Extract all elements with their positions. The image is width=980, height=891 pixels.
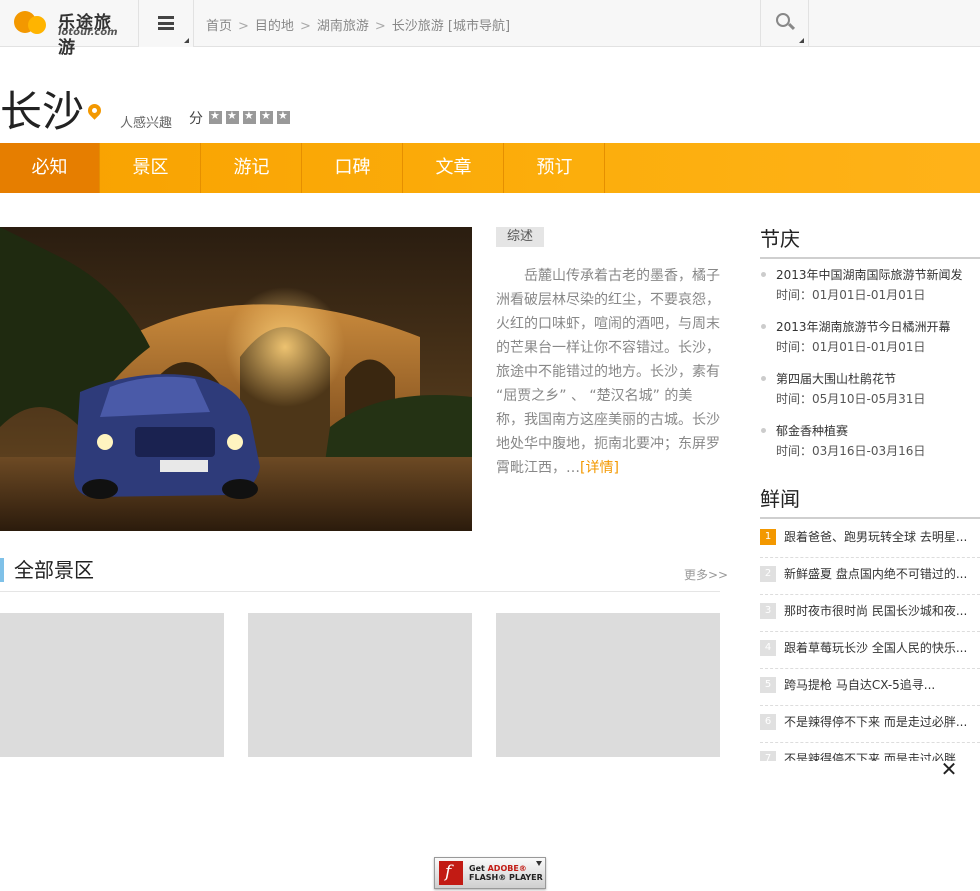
list-item[interactable]: 6 不是辣得停不下来 而是走过必胖... — [760, 706, 980, 743]
breadcrumb-home[interactable]: 首页 — [206, 15, 232, 34]
download-arrow-icon — [536, 861, 542, 867]
rating-stars — [209, 109, 294, 130]
breadcrumb-province[interactable]: 湖南旅游 — [317, 15, 369, 34]
scenic-more-link[interactable]: 更多>> — [684, 566, 728, 583]
rank-badge: 1 — [760, 529, 776, 545]
festival-item[interactable]: 2013年湖南旅游节今日橘洲开幕 时间：01月01日-01月01日 — [760, 318, 980, 355]
search-icon-handle — [787, 22, 796, 31]
nav-tab-articles[interactable]: 文章 — [404, 143, 504, 193]
scenic-thumbnail[interactable] — [0, 613, 224, 757]
news-list: 1 跟着爸爸、跑男玩转全球 去明星... 2 新鲜盛夏 盘点国内绝不可错过的... … — [760, 521, 980, 761]
divider — [760, 517, 980, 519]
flash-get: Get — [469, 864, 488, 873]
news-title: 鲜闻 — [760, 487, 800, 511]
search-button[interactable] — [760, 0, 809, 47]
nav-tab-travelogue[interactable]: 游记 — [202, 143, 302, 193]
festival-name[interactable]: 郁金香种植赛 — [760, 422, 980, 440]
rank-badge: 2 — [760, 566, 776, 582]
festival-name[interactable]: 2013年湖南旅游节今日橘洲开幕 — [760, 318, 980, 336]
dropdown-corner-icon — [799, 38, 804, 43]
rank-badge: 7 — [760, 751, 776, 761]
site-logo[interactable]: 乐途旅游 lotour.com — [12, 7, 127, 58]
scenic-thumbnail[interactable] — [248, 613, 472, 757]
festival-name[interactable]: 2013年中国湖南国际旅游节新闻发 — [760, 266, 980, 284]
news-headline[interactable]: 跟着爸爸、跑男玩转全球 去明星... — [784, 528, 980, 546]
scenic-thumbnail[interactable] — [496, 613, 720, 757]
logo-domain: lotour.com — [58, 27, 118, 38]
main-nav: 必知 景区 游记 口碑 文章 预订 — [0, 143, 980, 193]
flash-brand: ADOBE® — [487, 864, 527, 873]
logo-mark-icon-2 — [28, 16, 46, 34]
list-item[interactable]: 2 新鲜盛夏 盘点国内绝不可错过的... — [760, 558, 980, 595]
flash-product: FLASH® PLAYER — [469, 873, 543, 882]
news-headline[interactable]: 不是辣得停不下来 而是走过必胖... — [784, 713, 980, 731]
overview-text: 岳麓山传承着古老的墨香，橘子洲看破层林尽染的红尘，不要哀怨，火红的口味虾，喧闹的… — [496, 264, 720, 480]
chevron-right-icon: > — [374, 19, 386, 34]
star-icon — [260, 109, 273, 124]
festival-item[interactable]: 第四届大围山杜鹃花节 时间：05月10日-05月31日 — [760, 370, 980, 407]
close-icon[interactable]: ✕ — [940, 759, 958, 779]
overview-body: 岳麓山传承着古老的墨香，橘子洲看破层林尽染的红尘，不要哀怨，火红的口味虾，喧闹的… — [496, 268, 720, 476]
news-headline[interactable]: 跨马提枪 马自达CX-5追寻... — [784, 676, 980, 694]
details-link[interactable]: [详情] — [580, 460, 619, 476]
festival-item[interactable]: 郁金香种植赛 时间：03月16日-03月16日 — [760, 422, 980, 459]
star-icon — [209, 109, 222, 124]
city-photo[interactable] — [0, 227, 472, 531]
rank-badge: 4 — [760, 640, 776, 656]
dropdown-corner-icon — [184, 38, 189, 43]
divider — [0, 591, 720, 592]
city-gate-night-photo — [0, 227, 472, 531]
breadcrumb: 首页 > 目的地 > 湖南旅游 > 长沙旅游 [城市导航] — [206, 15, 510, 34]
festival-time: 时间：01月01日-01月01日 — [776, 340, 926, 354]
chevron-right-icon: > — [299, 19, 311, 34]
top-bar: 乐途旅游 lotour.com 首页 > 目的地 > 湖南旅游 > 长沙旅游 [城市导航] — [0, 0, 980, 58]
list-item[interactable]: 3 那时夜市很时尚 民国长沙城和夜... — [760, 595, 980, 632]
page-title: 长沙 — [0, 87, 85, 136]
nav-tab-reviews[interactable]: 口碑 — [303, 143, 403, 193]
star-icon — [226, 109, 239, 124]
breadcrumb-destination[interactable]: 目的地 — [255, 15, 294, 34]
list-item[interactable]: 1 跟着爸爸、跑男玩转全球 去明星... — [760, 521, 980, 558]
nav-tab-booking[interactable]: 预订 — [505, 143, 605, 193]
rank-badge: 5 — [760, 677, 776, 693]
location-pin-icon[interactable] — [85, 101, 104, 120]
festival-name[interactable]: 第四届大围山杜鹃花节 — [760, 370, 980, 388]
interest-count: 人感兴趣 — [120, 116, 173, 131]
rank-badge: 6 — [760, 714, 776, 730]
festival-item[interactable]: 2013年中国湖南国际旅游节新闻发 时间：01月01日-01月01日 — [760, 266, 980, 303]
festival-time: 时间：01月01日-01月01日 — [776, 288, 926, 302]
breadcrumb-city[interactable]: 长沙旅游 [城市导航] — [392, 15, 510, 34]
nav-tab-scenic[interactable]: 景区 — [101, 143, 201, 193]
hamburger-icon — [158, 16, 174, 30]
overview-tag: 综述 — [496, 227, 544, 247]
score-label: 分 — [189, 111, 203, 127]
divider — [760, 257, 980, 259]
menu-button[interactable] — [138, 0, 194, 47]
list-item[interactable]: 5 跨马提枪 马自达CX-5追寻... — [760, 669, 980, 706]
list-item[interactable]: 4 跟着草莓玩长沙 全国人民的快乐... — [760, 632, 980, 669]
festival-time: 时间：03月16日-03月16日 — [776, 444, 926, 458]
news-headline[interactable]: 跟着草莓玩长沙 全国人民的快乐... — [784, 639, 980, 657]
chevron-right-icon: > — [238, 19, 249, 34]
news-headline[interactable]: 新鲜盛夏 盘点国内绝不可错过的... — [784, 565, 980, 583]
festivals-title: 节庆 — [760, 227, 800, 251]
flash-icon: f — [439, 861, 463, 885]
star-icon — [243, 109, 256, 124]
star-icon — [277, 109, 290, 124]
flash-label: Get ADOBE® FLASH® PLAYER — [469, 864, 543, 882]
festival-time: 时间：05月10日-05月31日 — [776, 392, 926, 406]
get-flash-player-button[interactable]: f Get ADOBE® FLASH® PLAYER — [434, 857, 546, 889]
rank-badge: 3 — [760, 603, 776, 619]
scenic-section-title: 全部景区 — [0, 558, 94, 582]
news-headline[interactable]: 那时夜市很时尚 民国长沙城和夜... — [784, 602, 980, 620]
nav-tab-must-know[interactable]: 必知 — [0, 143, 100, 193]
